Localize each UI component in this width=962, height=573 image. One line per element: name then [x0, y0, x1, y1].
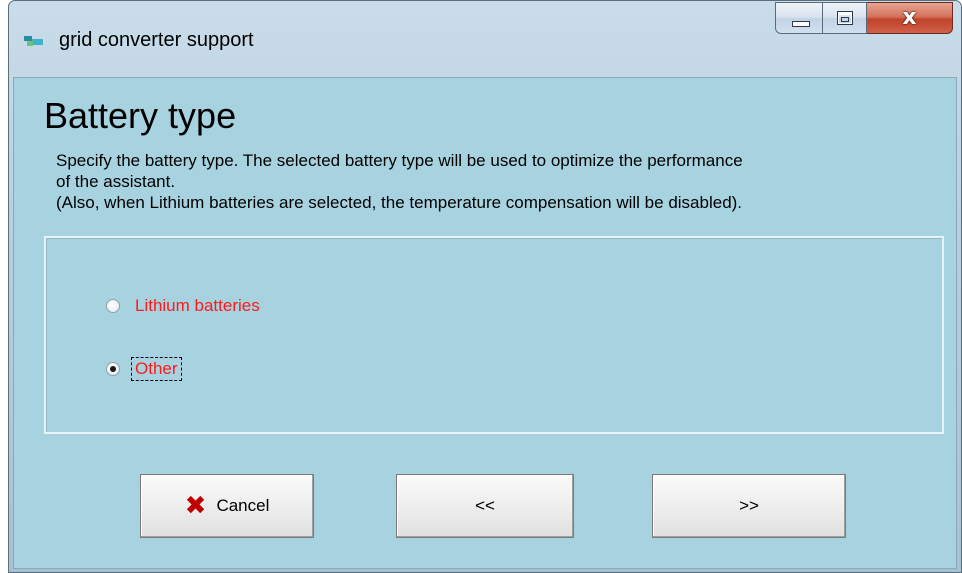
cancel-button-label: Cancel	[216, 496, 270, 515]
dialog-content: Battery type Specify the battery type. T…	[13, 77, 957, 569]
cancel-x-icon: ✖	[184, 491, 207, 521]
window-controls: x	[775, 2, 953, 34]
title-bar[interactable]: grid converter support x	[9, 1, 961, 77]
lithium-radio-label[interactable]: Lithium batteries	[135, 296, 260, 316]
dialog-window: grid converter support x Battery type Sp…	[8, 0, 962, 573]
option-lithium-batteries[interactable]: Lithium batteries	[106, 296, 260, 316]
description-line: (Also, when Lithium batteries are select…	[56, 193, 743, 212]
description-line: of the assistant.	[56, 172, 176, 191]
lithium-radio-button[interactable]	[106, 299, 120, 313]
other-radio-button[interactable]	[106, 362, 120, 376]
app-icon	[24, 36, 43, 46]
next-button-label: >>	[739, 496, 759, 515]
maximize-button[interactable]	[823, 2, 867, 34]
back-button[interactable]: <<	[396, 474, 574, 538]
close-icon: x	[902, 5, 917, 30]
other-radio-label[interactable]: Other	[131, 357, 182, 381]
description-line: Specify the battery type. The selected b…	[56, 151, 743, 170]
battery-type-group: Lithium batteries Other	[44, 236, 944, 434]
minimize-icon	[792, 21, 810, 27]
close-button[interactable]: x	[867, 2, 953, 34]
option-other[interactable]: Other	[106, 357, 182, 381]
back-button-label: <<	[475, 496, 495, 515]
cancel-button[interactable]: ✖ Cancel	[140, 474, 314, 538]
next-button[interactable]: >>	[652, 474, 846, 538]
window-title: grid converter support	[59, 29, 254, 51]
page-title: Battery type	[44, 95, 237, 136]
minimize-button[interactable]	[775, 2, 823, 34]
maximize-icon	[837, 11, 853, 25]
page-description: Specify the battery type. The selected b…	[56, 150, 936, 213]
